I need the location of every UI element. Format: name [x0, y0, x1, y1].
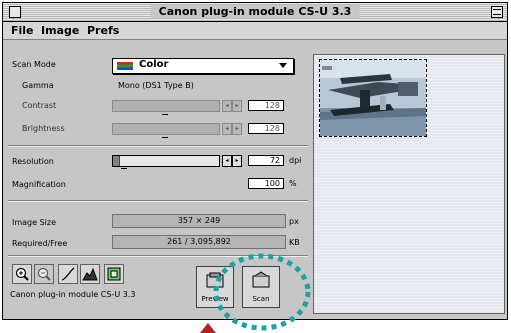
contrast-decrement-button[interactable]: ◂ [222, 100, 232, 112]
tone-curve-icon [61, 267, 75, 281]
image-size-display: 357 × 249 [112, 214, 286, 228]
histogram-button[interactable] [80, 264, 100, 284]
zoom-in-button[interactable] [12, 264, 32, 284]
gamma-value: Mono (DS1 Type B) [118, 81, 194, 90]
menu-file[interactable]: File [11, 24, 34, 37]
tone-curve-button[interactable] [58, 264, 78, 284]
preview-thumbnail[interactable] [319, 59, 427, 137]
preview-icon [206, 272, 224, 288]
resolution-label: Resolution [12, 157, 54, 166]
scan-icon [252, 271, 270, 288]
resolution-unit: dpi [289, 156, 302, 165]
color-adjust-icon [107, 267, 121, 281]
contrast-slider[interactable] [112, 100, 220, 112]
preview-button[interactable]: Preview [196, 266, 234, 308]
scan-mode-popup[interactable]: Color [112, 58, 294, 74]
brightness-label: Brightness [22, 124, 65, 133]
resolution-field[interactable]: 72 [248, 155, 284, 166]
resolution-decrement-button[interactable]: ◂ [222, 155, 232, 167]
zoom-out-button[interactable] [34, 264, 54, 284]
required-free-label: Required/Free [12, 239, 68, 248]
close-box-icon[interactable] [9, 6, 21, 18]
color-adjust-button[interactable] [104, 264, 124, 284]
divider [8, 145, 308, 147]
brightness-tick [162, 137, 168, 138]
resolution-tick [121, 168, 127, 169]
image-size-unit: px [289, 217, 299, 226]
image-size-label: Image Size [12, 218, 57, 227]
scan-label: Scan [252, 295, 270, 303]
menu-bar: File Image Prefs [3, 22, 507, 40]
resolution-slider[interactable] [112, 155, 220, 167]
color-mode-icon [117, 62, 133, 70]
window-title: Canon plug-in module CS-U 3.3 [150, 5, 360, 18]
magnification-label: Magnification [12, 180, 66, 189]
scan-mode-value: Color [139, 59, 169, 70]
zoom-in-icon [15, 267, 29, 281]
contrast-increment-button[interactable]: ▸ [232, 100, 242, 112]
divider [8, 200, 308, 202]
tool-row [12, 264, 172, 286]
brightness-slider[interactable] [112, 123, 220, 135]
brightness-decrement-button[interactable]: ◂ [222, 123, 232, 135]
divider [8, 255, 308, 257]
resolution-increment-button[interactable]: ▸ [232, 155, 242, 167]
contrast-tick [162, 114, 168, 115]
brightness-field[interactable]: 128 [248, 123, 284, 134]
menu-prefs[interactable]: Prefs [87, 24, 119, 37]
scan-mode-label: Scan Mode [12, 60, 56, 69]
status-text: Canon plug-in module CS-U 3.3 [10, 290, 136, 299]
gamma-label: Gamma [22, 81, 54, 90]
seaplane-image [320, 60, 426, 136]
menu-image[interactable]: Image [41, 24, 79, 37]
zoom-out-icon [37, 267, 51, 281]
magnification-unit: % [289, 179, 297, 188]
brightness-increment-button[interactable]: ▸ [232, 123, 242, 135]
title-bar[interactable]: Canon plug-in module CS-U 3.3 [3, 3, 507, 22]
preview-label: Preview [201, 295, 229, 303]
contrast-label: Contrast [22, 101, 57, 110]
scan-button[interactable]: Scan [242, 266, 280, 308]
required-free-unit: KB [289, 238, 300, 247]
zoom-box-icon[interactable] [491, 6, 503, 18]
popup-arrow-icon [279, 63, 287, 68]
required-free-display: 261 / 3,095,892 [112, 235, 286, 249]
cursor-arrow-icon [200, 323, 216, 333]
resolution-slider-thumb[interactable] [113, 156, 120, 166]
contrast-field[interactable]: 128 [248, 100, 284, 111]
histogram-icon [82, 267, 98, 281]
magnification-field[interactable]: 100 [248, 178, 284, 189]
